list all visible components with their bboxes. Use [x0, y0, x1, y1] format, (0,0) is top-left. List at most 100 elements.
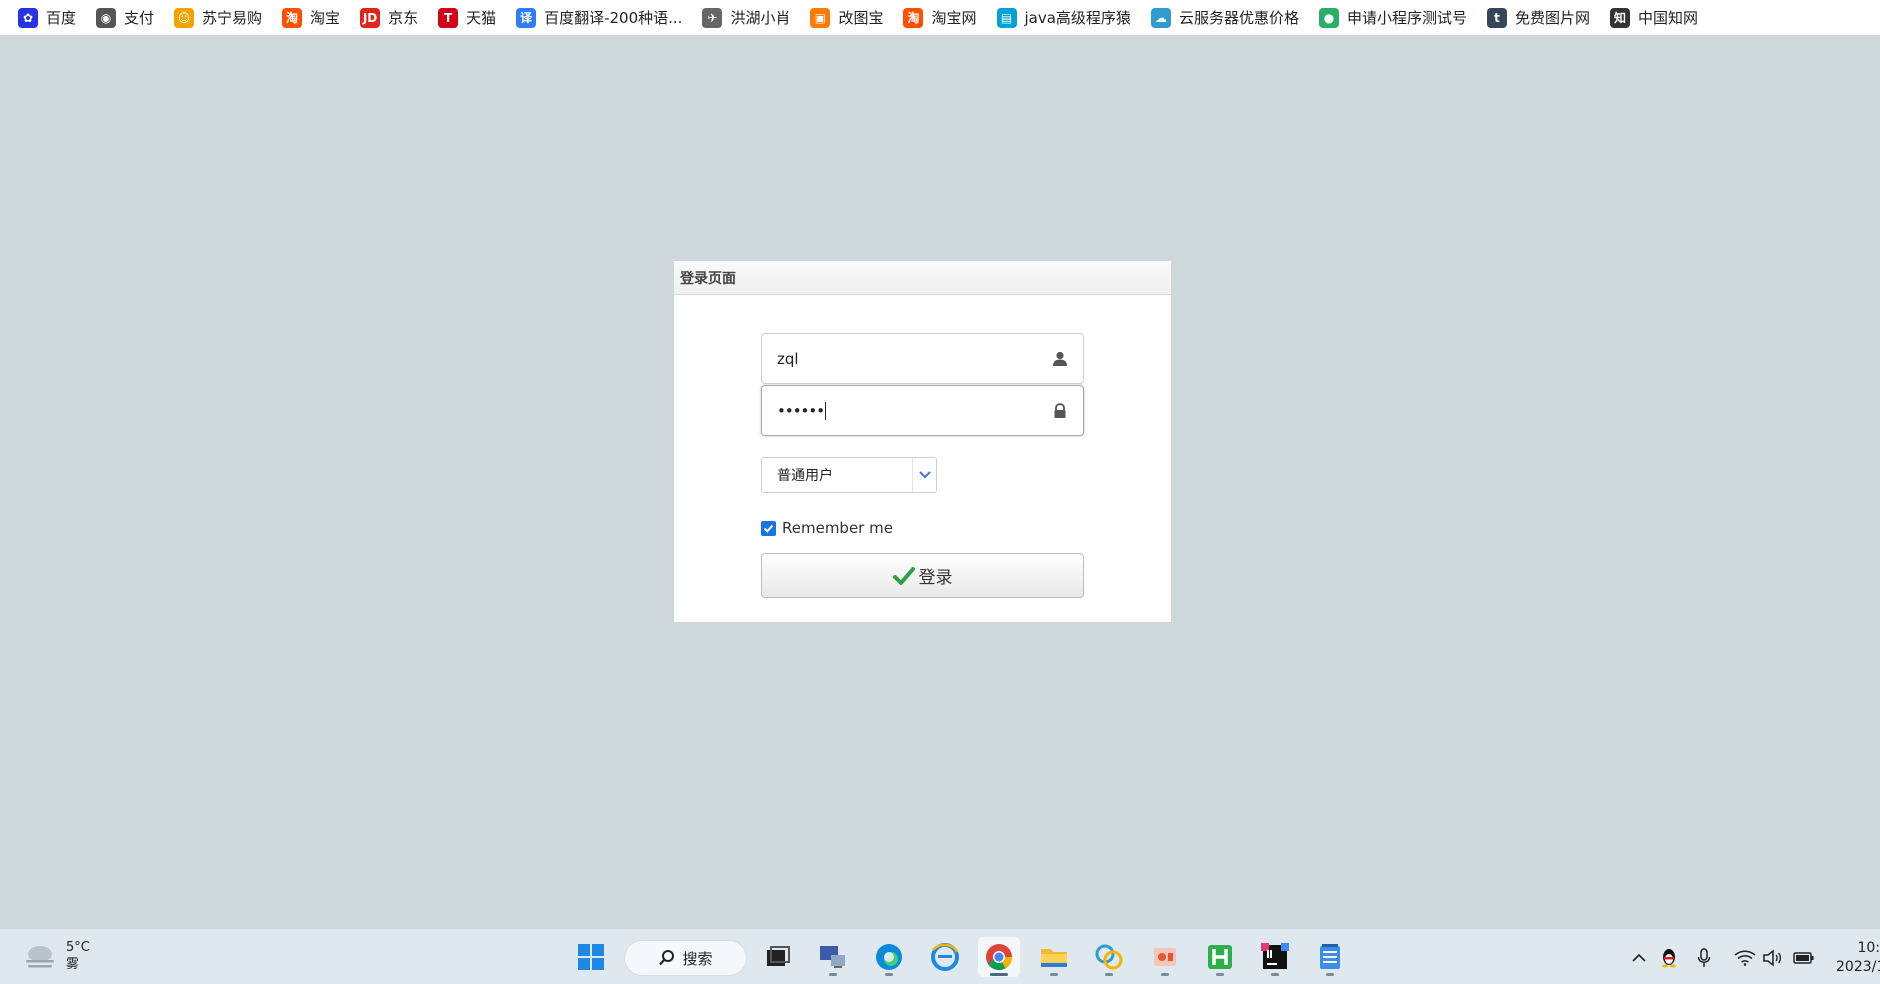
bookmark-label: 中国知网 — [1637, 9, 1698, 27]
taobao-icon: 淘 — [282, 7, 303, 28]
password-input[interactable]: •••••• — [777, 402, 825, 420]
bookmark-item[interactable]: 知中国知网 — [1609, 4, 1708, 32]
taskbar: 5°C 雾 搜索 10: 2023/ — [0, 928, 1880, 984]
running-indicator — [829, 973, 837, 976]
username-field[interactable] — [761, 333, 1084, 384]
weather-temp: 5°C — [66, 940, 90, 955]
bookmark-label: 百度翻译-200种语... — [544, 9, 683, 27]
running-indicator — [1326, 973, 1334, 976]
bookmarks-bar: ✿ 百度 ◉ 支付 ☺ 苏宁易购淘淘宝 JD 京东 T 天猫译百度翻译-200种语... ✈ 洪湖小肖… — [0, 0, 1880, 35]
bookmark-item[interactable]: ✿ 百度 — [18, 4, 86, 32]
notepad-icon — [1320, 944, 1340, 969]
rings-app-icon — [1095, 944, 1123, 970]
bookmark-label: 淘宝网 — [931, 9, 977, 27]
tray-battery[interactable] — [1791, 945, 1817, 971]
running-indicator — [885, 973, 893, 976]
speaker-icon — [1763, 949, 1782, 967]
role-select-value: 普通用户 — [777, 468, 833, 484]
bookmark-item[interactable]: ◉ 支付 — [96, 4, 164, 32]
bookmark-label: 百度 — [46, 9, 77, 27]
running-indicator — [1271, 973, 1279, 976]
weather-widget[interactable]: 5°C 雾 — [22, 939, 90, 973]
bookmark-item[interactable]: ☺ 苏宁易购 — [174, 4, 272, 32]
tray-wifi[interactable] — [1732, 945, 1758, 971]
bookmark-item[interactable]: 淘淘宝网 — [903, 4, 986, 32]
bookmark-label: 京东 — [388, 9, 419, 27]
folder-icon — [1041, 949, 1067, 967]
search-label: 搜索 — [682, 949, 713, 968]
taskbar-search[interactable]: 搜索 — [624, 940, 747, 976]
bookmark-label: 支付 — [124, 9, 155, 27]
show-hidden-icons[interactable] — [1626, 945, 1652, 971]
panel-title: 登录页面 — [674, 261, 1171, 295]
tray-volume[interactable] — [1759, 945, 1785, 971]
bookmark-item[interactable]: ☁ 云服务器优惠价格 — [1150, 4, 1309, 32]
clock-date: 2023/1 — [1836, 959, 1880, 975]
network-monitor-icon — [820, 946, 845, 968]
login-button-label: 登录 — [918, 568, 953, 588]
chevron-up-icon — [1632, 953, 1646, 962]
bookmark-item[interactable]: ✈ 洪湖小肖 — [702, 4, 800, 32]
globe-icon: ◉ — [96, 7, 117, 28]
task-view-icon — [767, 946, 790, 966]
remember-label: Remember me — [782, 519, 893, 537]
chevron-down-icon[interactable] — [912, 458, 936, 492]
taskbar-app-intellij[interactable] — [1254, 937, 1296, 977]
bookmark-label: 免费图片网 — [1514, 9, 1590, 27]
taskbar-app-network[interactable] — [812, 937, 854, 977]
task-view-button[interactable] — [757, 937, 799, 977]
taskbar-app-slides[interactable] — [1144, 937, 1186, 977]
taobao-icon: 淘 — [903, 7, 924, 28]
taskbar-app-spectrum[interactable] — [1088, 937, 1130, 977]
check-icon — [892, 566, 915, 585]
weather-desc: 雾 — [66, 957, 80, 972]
tray-qq[interactable] — [1656, 945, 1682, 971]
start-button[interactable] — [570, 937, 612, 977]
username-input[interactable] — [777, 349, 1037, 368]
taskbar-app-explorer[interactable] — [1033, 937, 1075, 977]
wechat-icon: ● — [1318, 7, 1339, 28]
bookmark-item[interactable]: ▤ java高级程序猿 — [996, 4, 1141, 32]
fog-cloud-icon — [26, 946, 54, 968]
bookmark-item[interactable]: T 天猫 — [438, 4, 506, 32]
remember-me[interactable]: Remember me — [761, 519, 893, 537]
gaitubao-icon: ▣ — [810, 7, 831, 28]
text-cursor — [825, 401, 827, 420]
bookmark-label: 洪湖小肖 — [730, 9, 791, 27]
password-field[interactable]: •••••• — [761, 385, 1084, 436]
ie-browser-icon — [931, 943, 959, 971]
bird-icon: ✈ — [702, 7, 723, 28]
battery-charging-icon — [1793, 952, 1814, 964]
bookmark-label: 苏宁易购 — [202, 9, 263, 27]
cloud-icon: ☁ — [1150, 7, 1171, 28]
bilibili-icon: ▤ — [996, 7, 1017, 28]
running-indicator — [1161, 973, 1169, 976]
taskbar-app-edge[interactable] — [868, 937, 910, 977]
remember-checkbox[interactable] — [761, 520, 776, 536]
taskbar-app-notepad[interactable] — [1309, 937, 1351, 977]
taskbar-app-chrome[interactable] — [978, 937, 1020, 977]
search-icon — [659, 950, 675, 966]
qq-penguin-icon — [1662, 949, 1676, 968]
bookmark-item[interactable]: 淘淘宝 — [282, 4, 350, 32]
edge-icon — [876, 944, 902, 970]
lock-icon — [1054, 403, 1066, 418]
tray-microphone[interactable] — [1691, 945, 1717, 971]
bookmark-item[interactable]: ▣ 改图宝 — [810, 4, 893, 32]
taskbar-clock[interactable]: 10: 2023/1 — [1836, 939, 1880, 977]
bookmark-item[interactable]: JD 京东 — [360, 4, 428, 32]
bookmark-item[interactable]: ● 申请小程序测试号 — [1318, 4, 1477, 32]
taskbar-app-ie[interactable] — [924, 937, 966, 977]
bookmark-label: 天猫 — [466, 9, 497, 27]
login-button[interactable]: 登录 — [761, 553, 1084, 598]
bookmark-item[interactable]: 译百度翻译-200种语... — [516, 4, 692, 32]
bookmark-item[interactable]: t 免费图片网 — [1486, 4, 1600, 32]
taskbar-app-hbuilder[interactable] — [1199, 937, 1241, 977]
translate-icon: 译 — [516, 7, 537, 28]
running-indicator — [1050, 973, 1058, 976]
suning-lion-icon: ☺ — [174, 7, 195, 28]
bookmark-label: 淘宝 — [310, 9, 341, 27]
bookmark-label: 申请小程序测试号 — [1346, 9, 1467, 27]
baidu-paw-icon: ✿ — [18, 7, 38, 28]
role-select[interactable]: 普通用户 — [761, 457, 937, 493]
